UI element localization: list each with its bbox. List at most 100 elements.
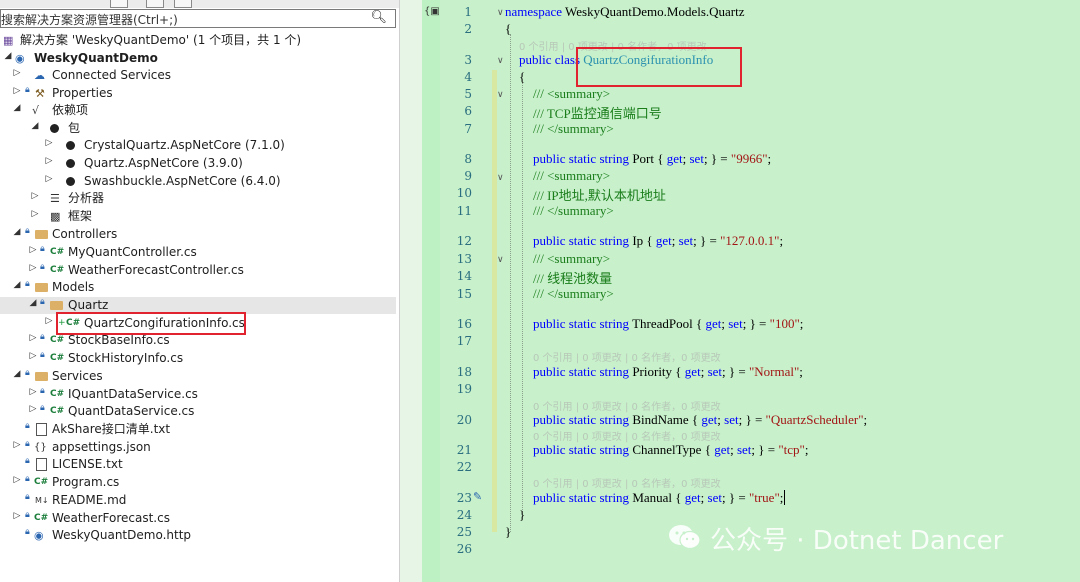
expand-icon[interactable]: ▷	[12, 68, 22, 78]
tree-item-file[interactable]: 🔒︎ AkShare接口清单.txt	[0, 421, 396, 438]
line-number: 1	[464, 5, 472, 19]
project-label: WeskyQuantDemo	[34, 51, 158, 65]
expand-icon[interactable]: ▷	[12, 475, 22, 485]
collapse-icon[interactable]: ◢	[12, 280, 22, 290]
connected-services-icon: ☁	[34, 69, 45, 82]
tree-item-services-folder[interactable]: ◢ 🔒︎ Services	[0, 368, 396, 385]
expand-icon[interactable]: ▷	[12, 86, 22, 96]
tree-item-label: WeatherForecast.cs	[52, 511, 170, 525]
tree-item-solution[interactable]: ▦ 解决方案 'WeskyQuantDemo' (1 个项目，共 1 个)	[0, 32, 396, 49]
line-number: 24	[456, 508, 472, 522]
expand-icon[interactable]: ▷	[28, 245, 38, 255]
lock-icon: 🔒︎	[40, 350, 45, 360]
tree-item-packages[interactable]: ◢ 包	[0, 120, 396, 137]
tree-item-models-folder[interactable]: ◢ 🔒︎ Models	[0, 279, 396, 296]
code-token: WeskyQuantDemo.Models.Quartz	[562, 4, 745, 19]
tree-item-file[interactable]: ▷ 🔒︎ C# StockHistoryInfo.cs	[0, 350, 396, 367]
tree-item-project[interactable]: ◢ ◉ WeskyQuantDemo	[0, 50, 396, 67]
tree-item-file[interactable]: ▷ 🔒︎ {} appsettings.json	[0, 439, 396, 456]
code-token: string	[599, 316, 630, 331]
lock-icon: 🔒︎	[25, 474, 30, 484]
lock-icon: 🔒︎	[25, 368, 30, 378]
tree-item-file[interactable]: ▷ 🔒︎ C# WeatherForecast.cs	[0, 510, 396, 527]
code-token: string	[599, 412, 630, 427]
line-number: 8	[464, 152, 472, 166]
fold-icon[interactable]: ∨	[497, 8, 504, 18]
expand-icon[interactable]: ▷	[30, 191, 40, 201]
collapse-icon[interactable]: ◢	[3, 51, 13, 61]
code-token: public static	[533, 490, 597, 505]
code-line: {	[519, 69, 525, 85]
tree-item-file[interactable]: ▷ 🔒︎ C# IQuantDataService.cs	[0, 386, 396, 403]
collapse-icon[interactable]: ◢	[28, 298, 38, 308]
dependencies-icon: √	[32, 104, 40, 117]
tree-item-frameworks[interactable]: ▷ ▩ 框架	[0, 208, 396, 225]
expand-icon[interactable]: ▷	[30, 209, 40, 219]
lock-icon: 🔒︎	[25, 510, 30, 520]
code-line: public static string Manual { get; set; …	[533, 490, 786, 505]
tree-item-dependencies[interactable]: ◢ √ 依赖项	[0, 102, 396, 119]
tree-item-analyzers[interactable]: ▷ ☰ 分析器	[0, 190, 396, 207]
expand-icon[interactable]: ▷	[44, 156, 54, 166]
tree-item-package-swashbuckle[interactable]: ▷ Swashbuckle.AspNetCore (6.4.0)	[0, 173, 396, 190]
code-token: ChannelType	[632, 442, 702, 457]
collapse-icon[interactable]: ◢	[12, 227, 22, 237]
tree-item-label: WeskyQuantDemo.http	[52, 528, 192, 542]
code-line: /// 线程池数量	[533, 271, 613, 286]
tree-item-file[interactable]: 🔒︎ M↓ README.md	[0, 492, 396, 509]
tree-item-file[interactable]: ▷ 🔒︎ C# MyQuantController.cs	[0, 244, 396, 261]
code-token: "127.0.0.1"	[720, 233, 780, 248]
search-icon[interactable]: 🔍︎	[370, 10, 387, 25]
expand-icon[interactable]: ▷	[12, 511, 22, 521]
tree-item-file[interactable]: ▷ 🔒︎ C# QuantDataService.cs	[0, 403, 396, 420]
collapse-icon[interactable]: ◢	[30, 121, 40, 131]
fold-icon[interactable]: ∨	[497, 90, 504, 100]
expand-icon[interactable]: ▷	[28, 263, 38, 273]
expand-icon[interactable]: ▷	[12, 440, 22, 450]
toolbar-button[interactable]	[110, 0, 128, 8]
tree-item-connected-services[interactable]: ▷ ☁ Connected Services	[0, 67, 396, 84]
code-token: "9966"	[730, 151, 768, 166]
search-input[interactable]: 搜索解决方案资源管理器(Ctrl+;) 🔍︎	[0, 9, 396, 28]
expand-icon[interactable]: ▷	[44, 174, 54, 184]
codelens[interactable]: 0 个引用 | 0 项更改 | 0 名作者，0 项更改	[533, 349, 721, 364]
codelens[interactable]: 0 个引用 | 0 项更改 | 0 名作者，0 项更改	[533, 475, 721, 490]
codelens[interactable]: 0 个引用 | 0 项更改 | 0 名作者，0 项更改	[533, 428, 721, 443]
tree-item-file[interactable]: ▷ 🔒︎ C# Program.cs	[0, 474, 396, 491]
toolbar-button[interactable]	[146, 0, 164, 8]
fold-icon[interactable]: ∨	[497, 255, 504, 265]
line-number: 14	[456, 269, 472, 283]
code-line: /// </summary>	[533, 286, 614, 301]
solution-label: 解决方案 'WeskyQuantDemo' (1 个项目，共 1 个)	[20, 33, 302, 47]
toolbar-button[interactable]	[174, 0, 192, 8]
expand-icon[interactable]: ▷	[28, 351, 38, 361]
expand-icon[interactable]: ▷	[44, 316, 54, 326]
folder-icon	[35, 226, 48, 244]
tree-item-file[interactable]: 🔒︎ LICENSE.txt	[0, 456, 396, 473]
code-token: "Normal"	[748, 364, 800, 379]
collapse-icon[interactable]: ◢	[12, 369, 22, 379]
code-token: Ip	[632, 233, 644, 248]
tree-item-label: Program.cs	[52, 475, 120, 489]
expand-icon[interactable]: ▷	[28, 387, 38, 397]
fold-icon[interactable]: ∨	[497, 56, 504, 66]
codelens[interactable]: 0 个引用 | 0 项更改 | 0 名作者，0 项更改	[533, 398, 721, 413]
collapse-icon[interactable]: ◢	[12, 103, 22, 113]
tree-item-properties[interactable]: ▷ 🔒︎ ⚒ Properties	[0, 85, 396, 102]
expand-icon[interactable]: ▷	[44, 138, 54, 148]
expand-icon[interactable]: ▷	[28, 404, 38, 414]
wechat-logo-icon	[669, 525, 701, 550]
fold-icon[interactable]: ∨	[497, 173, 504, 183]
code-token: get	[714, 442, 731, 457]
tree-item-package-crystalquartz[interactable]: ▷ CrystalQuartz.AspNetCore (7.1.0)	[0, 137, 396, 154]
lock-icon: 🔒︎	[25, 456, 30, 466]
line-number: 3	[464, 53, 472, 67]
tree-item-file[interactable]: 🔒︎ ◉ WeskyQuantDemo.http	[0, 527, 396, 544]
tree-item-label: IQuantDataService.cs	[68, 387, 198, 401]
expand-icon[interactable]: ▷	[28, 333, 38, 343]
tree-item-file[interactable]: ▷ 🔒︎ C# WeatherForecastController.cs	[0, 262, 396, 279]
tree-item-package-quartz[interactable]: ▷ Quartz.AspNetCore (3.9.0)	[0, 155, 396, 172]
tree-item-controllers-folder[interactable]: ◢ 🔒︎ Controllers	[0, 226, 396, 243]
code-line: }	[505, 524, 511, 540]
tree-item-label: Services	[52, 369, 103, 383]
